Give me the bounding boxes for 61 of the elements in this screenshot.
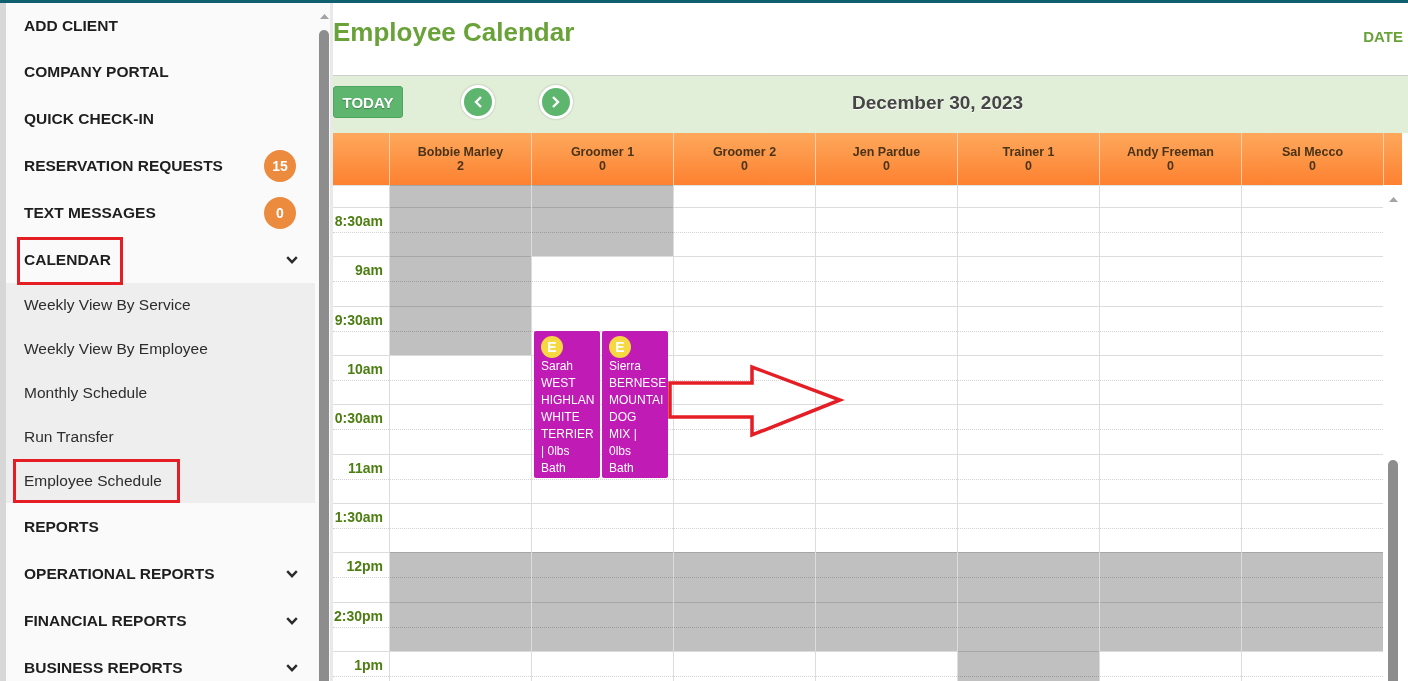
appointment-text: Sarah WEST HIGHLAN WHITE TERRIER | 0lbs Bath	[541, 358, 596, 478]
appointment-count: 0	[741, 159, 748, 173]
chevron-down-icon	[286, 663, 298, 672]
employee-name: Andy Freeman	[1127, 145, 1214, 159]
calendar-date: December 30, 2023	[852, 92, 1024, 114]
chevron-down-icon	[286, 255, 298, 264]
time-label: 11am	[347, 459, 383, 476]
sidebar-item[interactable]: CALENDAR	[6, 236, 315, 283]
page-title: Employee Calendar	[333, 17, 575, 47]
scrollbar-thumb[interactable]	[319, 30, 329, 681]
letter-badge: E	[541, 336, 563, 359]
sidebar-item[interactable]: BUSINESS REPORTS	[6, 644, 315, 681]
time-label: 1:30am	[334, 508, 383, 525]
employee-name: Sal Mecco	[1281, 145, 1344, 159]
sidebar-item[interactable]: FINANCIAL REPORTS	[6, 597, 315, 644]
employee-name: Groomer 1	[570, 145, 635, 159]
appointment-count: 2	[457, 159, 464, 173]
appointment-card[interactable]: E Sarah WEST HIGHLAN WHITE TERRIER | 0lbs Bath	[534, 331, 600, 479]
time-label: 8:30am	[334, 213, 383, 229]
employee-name: Trainer 1	[1002, 145, 1055, 159]
count-badge: 0	[264, 196, 296, 229]
sidebar-item[interactable]: RESERVATION REQUESTS 15	[6, 142, 315, 189]
appointment-card[interactable]: E Sierra BERNESE MOUNTAI DOG MIX | 0lbs Bath	[602, 331, 668, 479]
submenu-item[interactable]: Monthly Schedule	[6, 371, 315, 415]
appointment-count: 0	[599, 159, 606, 173]
chevron-down-icon	[286, 569, 298, 578]
appointment-count: 0	[1309, 159, 1316, 173]
letter-badge: E	[609, 336, 631, 359]
sidebar-item[interactable]: QUICK CHECK-IN	[6, 95, 315, 142]
sidebar-item[interactable]: REPORTS	[6, 503, 315, 550]
time-label: 0:30am	[334, 410, 383, 427]
employee-name: Bobbie Marley	[417, 145, 504, 159]
count-badge: 15	[264, 149, 296, 182]
sidebar-item[interactable]: ADD CLIENT	[6, 3, 315, 48]
time-label: 12pm	[346, 558, 383, 575]
previous-button[interactable]	[461, 85, 495, 119]
chevron-down-icon	[286, 616, 298, 625]
chevron-right-icon	[552, 96, 560, 108]
appointment-count: 0	[1167, 159, 1174, 173]
sidebar-item[interactable]: COMPANY PORTAL	[6, 48, 315, 95]
scroll-up-icon[interactable]	[319, 14, 329, 19]
time-label: 9am	[354, 262, 383, 279]
sidebar-item[interactable]: OPERATIONAL REPORTS	[6, 550, 315, 597]
submenu-item[interactable]: Run Transfer	[6, 415, 315, 459]
submenu-item[interactable]: Weekly View By Service	[6, 283, 315, 327]
appointment-count: 0	[1025, 159, 1032, 173]
sidebar-item[interactable]: TEXT MESSAGES 0	[6, 189, 315, 236]
scroll-up-icon[interactable]	[1388, 197, 1398, 202]
time-label: 9:30am	[334, 311, 383, 328]
employee-name: Groomer 2	[712, 145, 777, 159]
submenu-item[interactable]: Weekly View By Employee	[6, 327, 315, 371]
chevron-left-icon	[474, 96, 482, 108]
appointment-text: Sierra BERNESE MOUNTAI DOG MIX | 0lbs Bath	[609, 358, 668, 478]
time-label: 10am	[347, 361, 383, 377]
scrollbar-thumb[interactable]	[1388, 460, 1398, 681]
time-label: 2:30pm	[333, 607, 383, 624]
appointment-count: 0	[883, 159, 890, 173]
next-button[interactable]	[539, 85, 573, 119]
submenu-item[interactable]: Employee Schedule	[6, 459, 315, 503]
employee-name: Jen Pardue	[852, 145, 921, 159]
time-label: 1pm	[354, 656, 383, 673]
